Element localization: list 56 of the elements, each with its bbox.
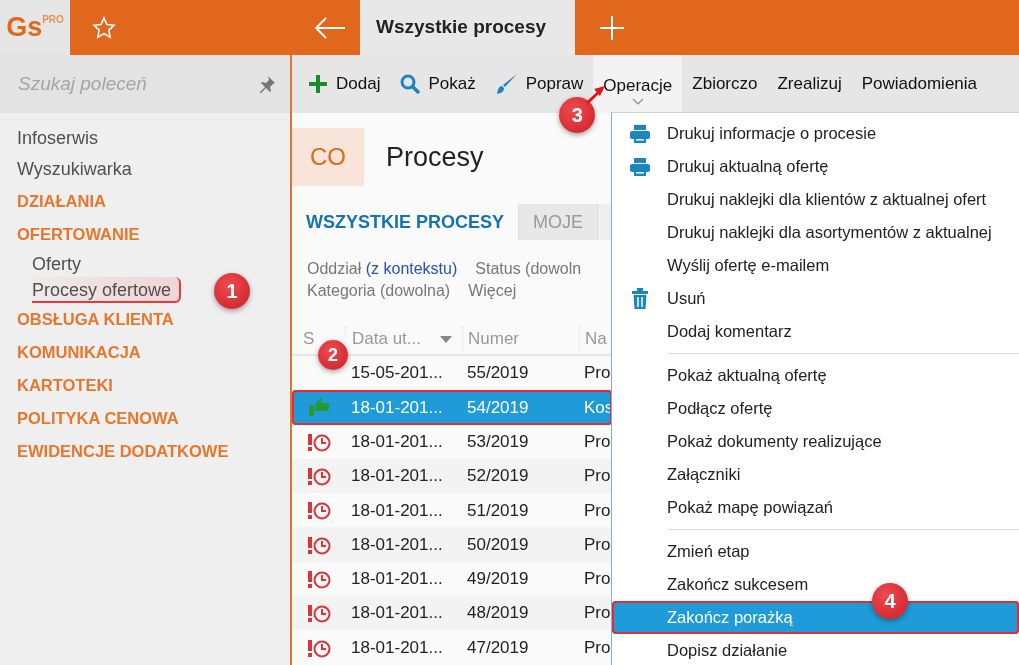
- pin-icon[interactable]: [258, 75, 276, 93]
- table-row[interactable]: 18-01-201... 51/2019 Pro: [292, 493, 612, 528]
- menu-item[interactable]: Drukuj naklejki dla asortymentów z aktualnej: [612, 216, 1019, 249]
- menu-item[interactable]: Pokaż dokumenty realizujące: [612, 425, 1019, 458]
- menu-item[interactable]: Pokaż mapę powiązań: [612, 491, 1019, 524]
- toolbar-button[interactable]: Pokaż: [390, 55, 486, 113]
- filter-label: Oddział: [307, 260, 362, 277]
- table-row[interactable]: 18-01-201... 50/2019 Pro: [292, 527, 612, 562]
- table-row[interactable]: 18-01-201... 52/2019 Pro: [292, 458, 612, 494]
- toolbar-button[interactable]: Powiadomienia: [851, 55, 988, 113]
- plus-icon: [308, 74, 328, 94]
- sidebar-item[interactable]: Procesy ofertowe: [32, 277, 182, 303]
- sidebar-item[interactable]: Infoserwis: [17, 123, 290, 154]
- menu-item[interactable]: Dodaj komentarz: [612, 315, 1019, 348]
- menu-item[interactable]: Drukuj informacje o procesie: [612, 117, 1019, 150]
- search-field[interactable]: Szukaj poleceń: [0, 55, 290, 113]
- table-row[interactable]: 18-01-201... 48/2019 Pro: [292, 596, 612, 631]
- filter-link[interactable]: Kategoria (dowolna): [307, 280, 451, 302]
- module-title: Procesy: [386, 140, 484, 174]
- table-row[interactable]: 18-01-201... 49/2019 Pro: [292, 561, 612, 597]
- callout-badge: 4: [872, 583, 908, 619]
- toolbar-button[interactable]: Zbiorczo: [682, 55, 768, 113]
- menu-item[interactable]: Drukuj naklejki dla klientów z aktualnej ofert: [612, 183, 1019, 216]
- star-icon[interactable]: [92, 15, 116, 40]
- table-row[interactable]: 18-01-201... 47/2019 Pro: [292, 630, 612, 665]
- menu-item[interactable]: Wyślij ofertę e-mailem: [612, 249, 1019, 282]
- menu-item[interactable]: Podłącz ofertę: [612, 392, 1019, 425]
- search-input[interactable]: Szukaj poleceń: [16, 68, 258, 100]
- view-tab[interactable]: WSZYSTKIE PROCESY: [292, 204, 520, 240]
- menu-item[interactable]: Załączniki: [612, 458, 1019, 491]
- back-arrow-icon[interactable]: [314, 16, 346, 39]
- chevron-down-icon: [631, 98, 644, 106]
- filter-value[interactable]: (z kontekstu): [365, 260, 458, 277]
- logo-superscript: PRO: [42, 13, 64, 27]
- toolbar-button[interactable]: Operacje: [593, 55, 683, 113]
- callout-badge: 1: [214, 273, 250, 309]
- plus-icon[interactable]: [599, 14, 625, 41]
- menu-item[interactable]: Dopisz działanie: [612, 634, 1019, 665]
- filter-link[interactable]: Status (dowoln: [475, 258, 582, 280]
- brush-icon: [495, 73, 518, 95]
- toolbar-button[interactable]: Dodaj: [298, 55, 391, 113]
- sidebar-item[interactable]: Wyszukiwarka: [17, 154, 290, 185]
- callout-badge: 3: [559, 97, 596, 133]
- app-logo: Gs: [6, 11, 43, 45]
- callout-badge: 2: [318, 340, 348, 371]
- sidebar-item[interactable]: Oferty: [32, 251, 89, 277]
- menu-item[interactable]: Drukuj aktualną ofertę: [612, 150, 1019, 183]
- menu-item[interactable]: Pokaż aktualną ofertę: [612, 359, 1019, 392]
- menu-item[interactable]: Zmień etap: [612, 535, 1019, 568]
- module-badge: CO: [292, 128, 364, 186]
- menu-item[interactable]: Usuń: [612, 282, 1019, 315]
- table-row[interactable]: 18-01-201... 53/2019 Pro: [292, 424, 612, 459]
- search-icon: [400, 74, 421, 94]
- filter-link[interactable]: Więcej: [468, 280, 517, 302]
- document-tab[interactable]: Wszystkie procesy: [360, 0, 575, 55]
- toolbar-button[interactable]: Zrealizuj: [767, 55, 852, 113]
